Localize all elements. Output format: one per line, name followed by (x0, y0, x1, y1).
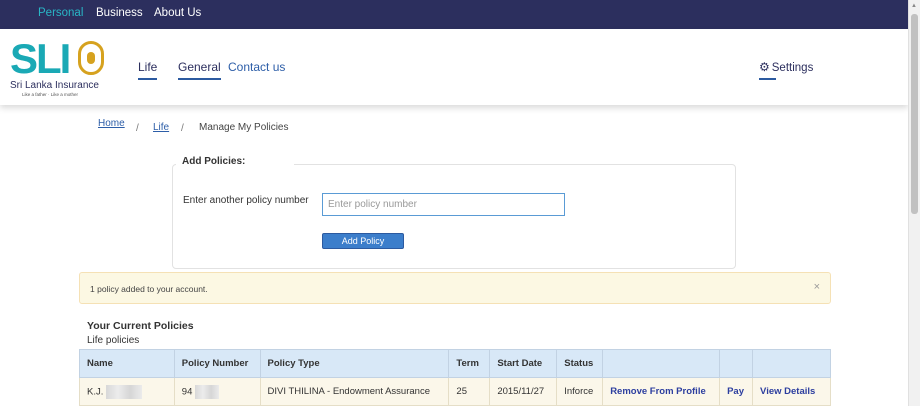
col-action-details (752, 349, 831, 378)
breadcrumb-home[interactable]: Home (98, 118, 125, 129)
cell-status: Inforce (556, 377, 604, 406)
logo-tagline: Like a father · Like a mother (22, 92, 79, 97)
cell-pay: Pay (719, 377, 754, 406)
col-policy-type: Policy Type (259, 349, 450, 378)
policy-number-input[interactable] (322, 193, 565, 216)
redacted-block (106, 384, 143, 399)
add-policies-panel (172, 164, 736, 269)
policies-table: Name Policy Number Policy Type Term Star… (79, 349, 831, 406)
logo-mark: SLI (10, 35, 71, 82)
breadcrumb-current: Manage My Policies (199, 122, 289, 133)
nav-about-us[interactable]: About Us (154, 7, 201, 19)
policy-number-label: Enter another policy number (183, 195, 309, 206)
col-action-remove (602, 349, 721, 378)
col-name: Name (79, 349, 175, 378)
slic-logo[interactable]: SLI Sri Lanka Insurance Like a father · … (10, 35, 104, 99)
nav-personal[interactable]: Personal (38, 7, 83, 19)
page-scrollbar[interactable]: ▲ (908, 0, 920, 406)
cell-term: 25 (448, 377, 491, 406)
success-alert: 1 policy added to your account. × (79, 272, 831, 304)
table-row: K.J. 94 DIVI THILINA - Endowment Assuran… (79, 377, 831, 406)
add-policy-button[interactable]: Add Policy (322, 233, 404, 249)
breadcrumb-separator: / (181, 123, 184, 134)
close-icon[interactable]: × (814, 281, 820, 293)
col-policy-number: Policy Number (173, 349, 261, 378)
table-header-row: Name Policy Number Policy Type Term Star… (79, 349, 831, 378)
scroll-thumb[interactable] (911, 14, 918, 214)
current-policies-title: Your Current Policies (87, 320, 194, 332)
policy-holder-name: K.J. (87, 386, 104, 398)
cell-start-date: 2015/11/27 (489, 377, 558, 406)
scroll-up-arrow-icon[interactable]: ▲ (911, 3, 917, 9)
breadcrumb-separator: / (136, 123, 139, 134)
pay-link[interactable]: Pay (727, 386, 744, 397)
top-nav-bar: Personal Business About Us (0, 0, 908, 29)
cell-remove: Remove From Profile (602, 377, 721, 406)
cell-name: K.J. (79, 377, 175, 406)
logo-seal-icon (78, 41, 104, 75)
cell-details: View Details (752, 377, 831, 406)
col-start-date: Start Date (489, 349, 558, 378)
col-action-pay (719, 349, 754, 378)
remove-from-profile-link[interactable]: Remove From Profile (610, 386, 706, 397)
gear-icon: ⚙ (759, 60, 770, 74)
add-policies-title: Add Policies: (176, 156, 294, 167)
policy-number-value: 94 (181, 386, 193, 398)
redacted-block (195, 384, 220, 399)
col-term: Term (448, 349, 491, 378)
view-details-link[interactable]: View Details (760, 386, 815, 397)
site-header: SLI Sri Lanka Insurance Like a father · … (0, 29, 908, 105)
settings-label: Settings (771, 62, 814, 74)
life-policies-subtitle: Life policies (87, 335, 140, 346)
settings-menu[interactable]: ⚙ Settings (759, 60, 814, 80)
breadcrumb-life[interactable]: Life (153, 122, 169, 133)
alert-message: 1 policy added to your account. (90, 284, 208, 294)
col-status: Status (556, 349, 604, 378)
nav-business[interactable]: Business (96, 7, 143, 19)
nav-general[interactable]: General (178, 60, 221, 80)
cell-policy-type: DIVI THILINA - Endowment Assurance (259, 377, 450, 406)
logo-name: Sri Lanka Insurance (10, 80, 99, 91)
cell-policy-number: 94 (173, 377, 261, 406)
nav-life[interactable]: Life (138, 60, 158, 80)
nav-contact-us[interactable]: Contact us (228, 60, 285, 74)
